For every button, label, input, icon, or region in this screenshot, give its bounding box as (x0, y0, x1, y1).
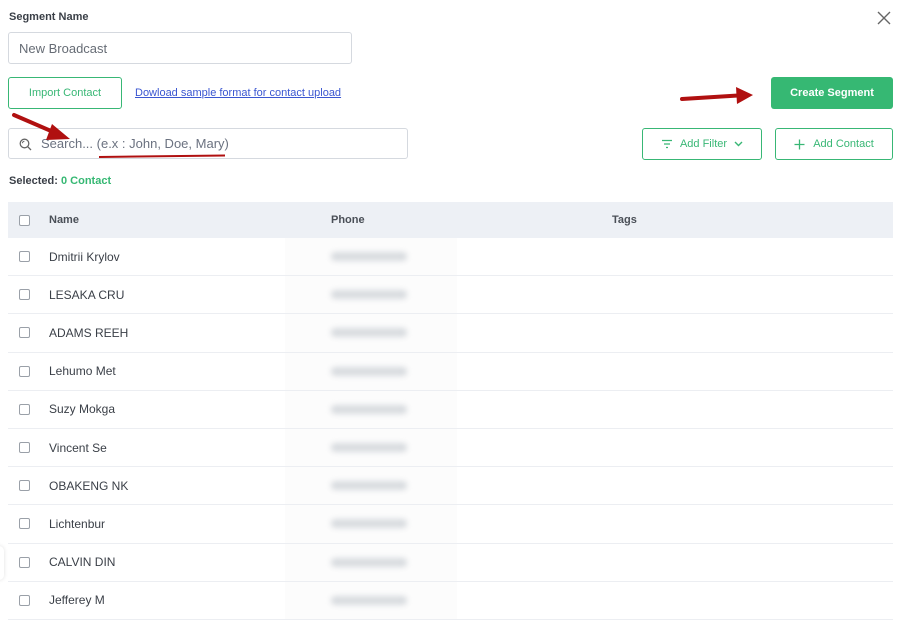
segment-name-input[interactable] (8, 32, 352, 64)
contact-name: Dmitrii Krylov (49, 249, 120, 264)
table-row[interactable]: OBAKENG NK (8, 467, 893, 506)
contact-name: Vincent Se (49, 440, 107, 455)
row-checkbox[interactable] (19, 289, 30, 301)
table-row[interactable]: CALVIN DIN (8, 544, 893, 582)
table-row[interactable]: Suzy Mokga (8, 391, 893, 429)
contact-phone-blurred (331, 443, 407, 453)
selected-count: Selected: 0 Contact (9, 175, 111, 187)
contact-phone-blurred (331, 328, 407, 338)
selected-count-value: 0 Contact (60, 175, 112, 187)
column-header-phone[interactable]: Phone (331, 214, 365, 226)
search-icon (19, 138, 32, 151)
contact-phone-blurred (331, 519, 407, 529)
contact-name: Suzy Mokga (49, 402, 116, 417)
table-row[interactable]: Jefferey M (8, 582, 893, 620)
add-contact-button[interactable]: Add Contact (775, 128, 893, 160)
chevron-down-icon (734, 141, 743, 147)
table-row[interactable]: Lichtenbur (8, 505, 893, 544)
row-checkbox[interactable] (19, 365, 30, 377)
contact-name: LESAKA CRU (49, 287, 125, 302)
row-checkbox[interactable] (19, 251, 30, 263)
table-header: Name Phone Tags (8, 202, 893, 238)
create-segment-modal: Segment Name Import Contact Dowload samp… (0, 0, 905, 626)
contact-phone-blurred (331, 290, 407, 300)
select-all-checkbox[interactable] (19, 214, 30, 226)
table-body: Dmitrii Krylov LESAKA CRU ADAMS REEH Lehumo… (8, 238, 893, 620)
row-checkbox[interactable] (19, 594, 30, 606)
table-row[interactable]: ADAMS REEH (8, 314, 893, 353)
row-checkbox[interactable] (19, 403, 30, 415)
annotation-arrow-create (680, 87, 753, 104)
column-header-tags[interactable]: Tags (612, 214, 637, 226)
contact-phone-blurred (331, 595, 407, 605)
filter-icon (661, 139, 672, 149)
import-contact-button[interactable]: Import Contact (8, 77, 122, 109)
contact-name: ADAMS REEH (49, 325, 129, 340)
add-filter-label: Add Filter (679, 138, 728, 150)
plus-icon (794, 139, 805, 149)
table-row[interactable]: Vincent Se (8, 429, 893, 468)
table-row[interactable]: Dmitrii Krylov (8, 238, 893, 277)
add-contact-label: Add Contact (813, 138, 874, 150)
row-checkbox[interactable] (19, 480, 30, 492)
contact-name: OBAKENG NK (49, 478, 129, 493)
add-filter-button[interactable]: Add Filter (642, 128, 762, 160)
download-sample-link[interactable]: Dowload sample format for contact upload (135, 87, 341, 99)
segment-name-label: Segment Name (9, 11, 89, 23)
close-icon[interactable] (876, 10, 892, 26)
contact-phone-blurred (331, 252, 407, 262)
table-row[interactable]: Lehumo Met (8, 353, 893, 391)
contact-phone-blurred (331, 366, 407, 376)
search-input[interactable] (41, 129, 401, 158)
contact-phone-blurred (331, 557, 407, 567)
contact-name: Jefferey M (49, 593, 105, 608)
side-handle[interactable] (0, 546, 4, 580)
row-checkbox[interactable] (19, 442, 30, 454)
search-field[interactable] (8, 128, 408, 159)
row-checkbox[interactable] (19, 327, 30, 339)
create-segment-button[interactable]: Create Segment (771, 77, 893, 109)
row-checkbox[interactable] (19, 556, 30, 568)
contact-phone-blurred (331, 404, 407, 414)
column-header-name[interactable]: Name (49, 214, 79, 226)
contact-name: CALVIN DIN (49, 555, 116, 570)
row-checkbox[interactable] (19, 518, 30, 530)
table-row[interactable]: LESAKA CRU (8, 276, 893, 315)
contact-name: Lehumo Met (49, 364, 116, 379)
contact-phone-blurred (331, 481, 407, 491)
contacts-table: Name Phone Tags Dmitrii Krylov LESAKA CRU… (8, 202, 893, 620)
selected-label: Selected: (9, 175, 58, 187)
contact-name: Lichtenbur (49, 516, 106, 531)
